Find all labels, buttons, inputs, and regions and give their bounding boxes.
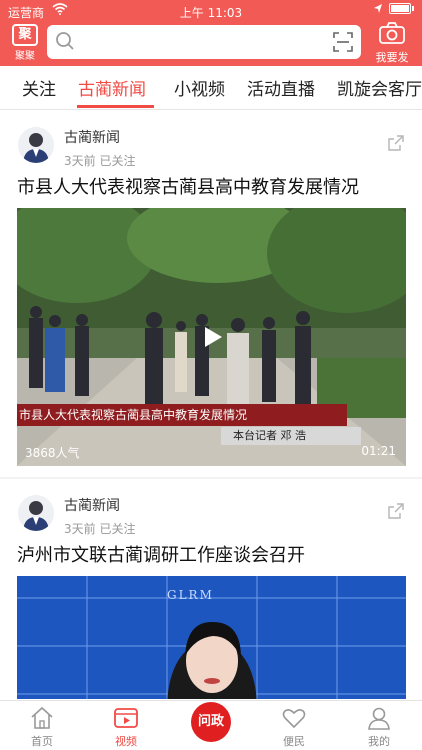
video-thumbnail[interactable]: GLRM — [17, 576, 406, 699]
logo-label: 聚聚 — [15, 51, 35, 62]
video-reporter-credit: 本台记者 邓 浩 — [221, 427, 361, 445]
nav-convenience-label: 便民 — [283, 735, 305, 748]
share-icon[interactable] — [388, 135, 404, 155]
share-icon[interactable] — [388, 503, 404, 523]
nav-home-label: 首页 — [31, 735, 53, 748]
battery-tip — [412, 6, 414, 11]
clock: 上午 11:03 — [179, 6, 243, 20]
tab-live-events[interactable]: 活动直播 — [247, 75, 315, 100]
post-label: 我要发 — [375, 51, 409, 64]
post-meta: 3天前 已关注 — [64, 154, 136, 168]
feed-item[interactable]: 古蔺新闻 3天前 已关注 市县人大代表视察古蔺县高中教育发展情况 市县人大代表视… — [0, 111, 422, 477]
scan-icon[interactable] — [333, 32, 353, 56]
active-tab-indicator — [77, 105, 154, 108]
source-name[interactable]: 古蔺新闻 — [64, 127, 120, 147]
camera-icon — [379, 22, 405, 44]
tab-short-video[interactable]: 小视频 — [174, 75, 225, 100]
video-duration: 01:21 — [361, 444, 396, 458]
nav-video-label: 视频 — [115, 735, 137, 748]
nav-me-label: 我的 — [368, 735, 390, 748]
user-icon — [366, 705, 392, 731]
source-name[interactable]: 古蔺新闻 — [64, 495, 120, 515]
tab-kaixuan-salon[interactable]: 凯旋会客厅 — [337, 75, 422, 100]
category-tabs: 关注 古蔺新闻 小视频 活动直播 凯旋会客厅 — [0, 66, 422, 110]
bottom-nav: 首页 视频 问政 便民 我的 — [0, 700, 422, 750]
battery-icon — [389, 3, 411, 14]
logo-mark: 聚 — [12, 24, 38, 46]
wenzheng-button[interactable]: 问政 — [191, 702, 231, 742]
app-logo-button[interactable]: 聚 聚聚 — [10, 24, 40, 62]
status-right — [373, 3, 414, 14]
app-screen: 运营商 上午 11:03 聚 聚聚 我要发 关注 古蔺新闻 小视频 活动直播 凯… — [0, 0, 422, 750]
article-title[interactable]: 泸州市文联古蔺调研工作座谈会召开 — [17, 541, 305, 567]
play-icon[interactable] — [199, 324, 225, 350]
home-icon — [29, 705, 55, 731]
post-meta: 3天前 已关注 — [64, 522, 136, 536]
post-button[interactable]: 我要发 — [370, 22, 414, 64]
channel-watermark: GLRM — [167, 588, 214, 602]
search-input[interactable] — [47, 25, 361, 59]
avatar[interactable] — [18, 495, 54, 531]
feed-item[interactable]: 古蔺新闻 3天前 已关注 泸州市文联古蔺调研工作座谈会召开 GLRM — [0, 479, 422, 699]
nav-convenience[interactable]: 便民 — [264, 705, 324, 749]
video-caption: 市县人大代表视察古蔺县高中教育发展情况 — [17, 404, 347, 426]
heart-icon — [281, 705, 307, 731]
status-bar: 运营商 上午 11:03 — [0, 0, 422, 22]
view-count: 3868人气 — [25, 446, 80, 460]
tab-gulin-news[interactable]: 古蔺新闻 — [78, 75, 146, 100]
search-icon — [55, 31, 75, 55]
nav-me[interactable]: 我的 — [349, 705, 409, 749]
top-header: 运营商 上午 11:03 聚 聚聚 我要发 — [0, 0, 422, 66]
video-thumbnail[interactable]: 市县人大代表视察古蔺县高中教育发展情况 本台记者 邓 浩 3868人气 01:2… — [17, 208, 406, 466]
location-icon — [374, 4, 382, 13]
article-title[interactable]: 市县人大代表视察古蔺县高中教育发展情况 — [17, 173, 359, 199]
nav-video[interactable]: 视频 — [96, 705, 156, 749]
tab-follow[interactable]: 关注 — [22, 75, 56, 100]
video-icon — [113, 705, 139, 731]
nav-home[interactable]: 首页 — [12, 705, 72, 749]
avatar[interactable] — [18, 127, 54, 163]
